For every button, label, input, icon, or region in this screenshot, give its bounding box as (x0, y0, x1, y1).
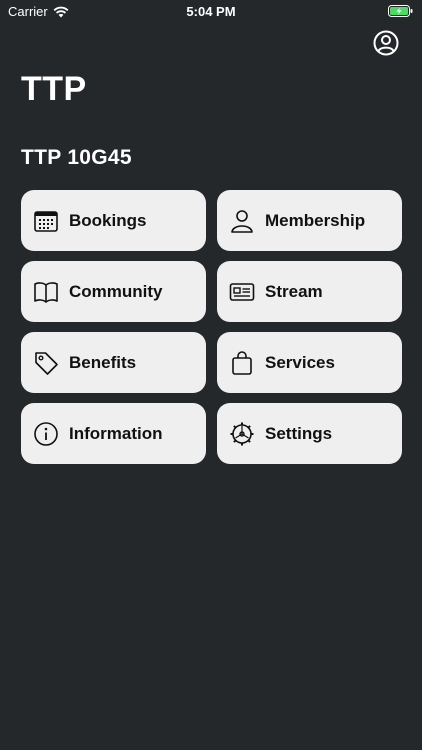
book-icon (33, 279, 59, 305)
information-button[interactable]: Information (21, 403, 206, 464)
membership-label: Membership (265, 210, 366, 230)
bag-icon (229, 350, 255, 376)
services-button[interactable]: Services (217, 332, 402, 393)
settings-label: Settings (265, 423, 333, 443)
services-label: Services (265, 352, 335, 372)
device-subtitle: TTP 10G45 (21, 146, 132, 169)
bookings-button[interactable]: Bookings (21, 190, 206, 251)
calendar-icon (33, 208, 59, 234)
app-title: TTP (21, 70, 87, 108)
community-label: Community (69, 281, 163, 301)
profile-icon (373, 30, 399, 56)
status-time: 5:04 PM (186, 4, 236, 19)
stream-button[interactable]: Stream (217, 261, 402, 322)
benefits-button[interactable]: Benefits (21, 332, 206, 393)
community-button[interactable]: Community (21, 261, 206, 322)
status-bar: Carrier 5:04 PM (0, 0, 422, 22)
id-card-icon (229, 279, 255, 305)
membership-button[interactable]: Membership (217, 190, 402, 251)
settings-button[interactable]: Settings (217, 403, 402, 464)
stream-label: Stream (265, 281, 323, 301)
tag-icon (33, 350, 59, 376)
information-label: Information (69, 423, 163, 443)
person-icon (229, 208, 255, 234)
bookings-label: Bookings (69, 210, 147, 230)
profile-button[interactable] (373, 30, 399, 56)
gear-icon (229, 421, 255, 447)
info-icon (33, 421, 59, 447)
benefits-label: Benefits (69, 352, 137, 372)
battery-icon (388, 5, 413, 17)
